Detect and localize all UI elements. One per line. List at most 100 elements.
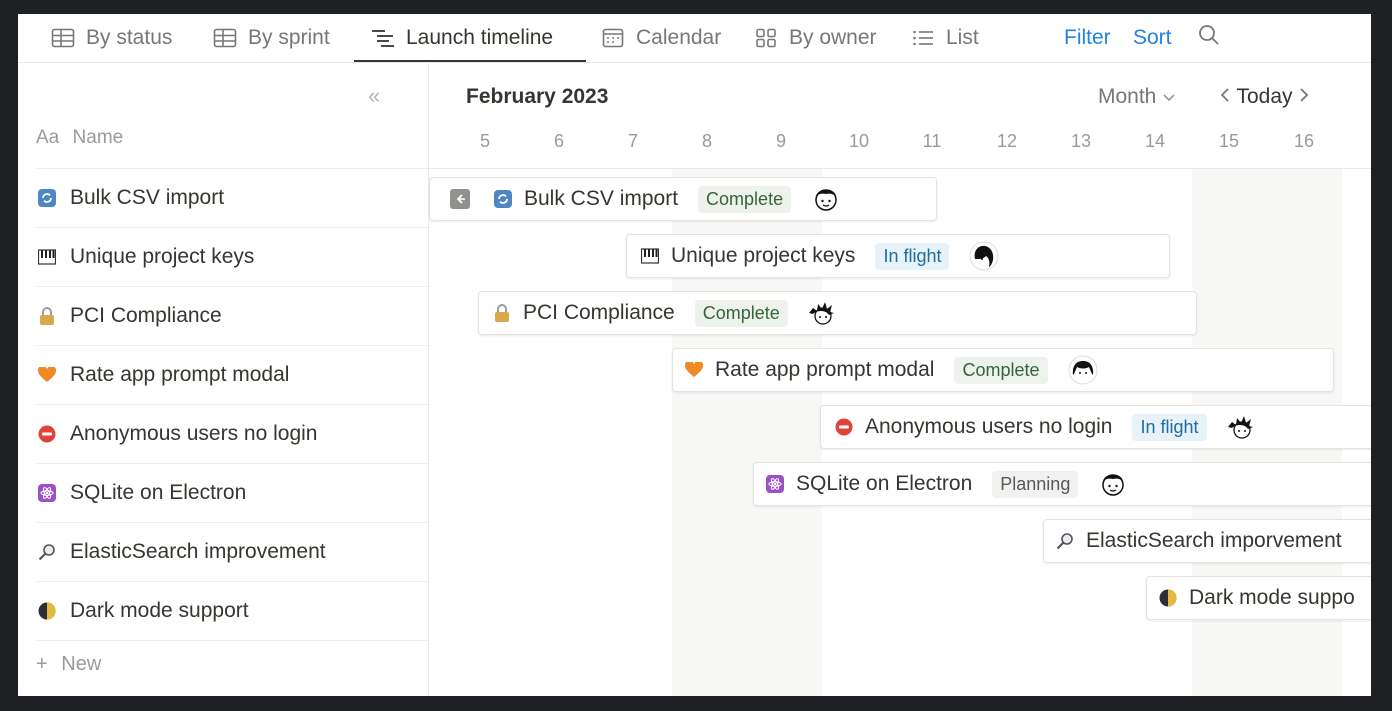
lock-icon [36,305,58,327]
item-title: PCI Compliance [70,304,222,327]
day-label: 6 [553,131,564,151]
bar-title: SQLite on Electron [796,472,973,495]
timeline-bar[interactable]: Anonymous users no login In flight [820,405,1371,449]
bar-title: Unique project keys [671,244,856,267]
timeline-bar[interactable]: SQLite on Electron Planning [753,462,1371,506]
list-item[interactable]: Anonymous users no login [36,405,428,463]
item-title: Unique project keys [70,245,255,268]
item-title: ElasticSearch improvement [70,540,326,563]
tab-by-status[interactable]: By status [50,14,172,62]
view-tabs: By status By sprint Launch timeline Cale… [18,14,1371,63]
tab-launch-timeline[interactable]: Launch timeline [370,14,553,62]
tab-label: By sprint [248,26,330,49]
status-badge: Complete [954,356,1048,384]
table-icon [212,27,238,49]
tab-label: By status [86,26,173,49]
bar-title: ElasticSearch imporvement [1086,529,1342,552]
item-title: Anonymous users no login [70,422,318,445]
timeline-bar[interactable]: Unique project keys In flight [626,234,1170,278]
bar-title: Rate app prompt modal [715,358,935,381]
list-item[interactable]: Dark mode support [36,582,428,640]
chevrons-left-icon: « [368,83,381,108]
piano-icon [36,246,58,268]
tab-label: Calendar [636,26,722,49]
calendar-icon [600,27,626,49]
new-item-button[interactable]: + New [36,653,101,676]
timeline-bar[interactable]: ElasticSearch imporvement [1043,519,1371,563]
scroll-to-start-button[interactable] [450,189,470,209]
header-divider [429,168,1371,169]
day-label: 15 [1218,131,1240,151]
status-badge: In flight [875,242,950,270]
timeline-bar[interactable]: Dark mode suppo [1146,576,1371,620]
bar-title: Dark mode suppo [1189,586,1355,609]
heart-icon [683,359,705,381]
text-property-icon: Aa [36,127,60,148]
avatar [808,298,838,328]
magnifier-icon [36,541,58,563]
item-title: SQLite on Electron [70,481,247,504]
day-label: 12 [996,131,1018,151]
list-item[interactable]: Bulk CSV import [36,169,428,227]
list-item[interactable]: PCI Compliance [36,287,428,345]
tab-label: Launch timeline [406,26,554,49]
board-icon [753,27,779,49]
avatar [1068,355,1098,385]
filter-button[interactable]: Filter [1064,14,1111,62]
avatar [1227,412,1257,442]
day-label: 10 [848,131,870,151]
date-nav: Today [1219,85,1310,109]
timeline-bar[interactable]: PCI Compliance Complete [478,291,1197,335]
timeline-bar[interactable]: Bulk CSV import Complete [429,177,937,221]
chevron-down-icon [1162,85,1176,108]
day-label: 7 [627,131,638,151]
month-label: February 2023 [466,85,609,108]
search-button[interactable] [1198,14,1220,62]
sort-button[interactable]: Sort [1133,14,1172,62]
column-label: Name [72,127,124,148]
today-button[interactable]: Today [1236,85,1292,108]
collapse-panel-button[interactable]: « [368,83,380,109]
timeline-bar[interactable]: Rate app prompt modal Complete [672,348,1334,392]
item-title: Rate app prompt modal [70,363,290,386]
heart-icon [36,364,58,386]
name-column-header[interactable]: Aa Name [36,127,123,149]
list-item[interactable]: Rate app prompt modal [36,346,428,404]
avatar [969,241,999,271]
timeline-grid: February 2023 Month Today 5 6 7 8 9 10 1… [429,63,1371,696]
tab-by-sprint[interactable]: By sprint [212,14,330,62]
status-badge: Planning [992,470,1079,498]
piano-icon [639,245,661,267]
avatar [1098,469,1128,499]
avatar [811,184,841,214]
atom-icon [36,482,58,504]
sync-icon [492,188,514,210]
tab-label: List [946,26,979,49]
tab-list[interactable]: List [910,14,979,62]
list-icon [910,27,936,49]
day-label: 16 [1293,131,1315,151]
list-item[interactable]: SQLite on Electron [36,464,428,522]
bar-title: PCI Compliance [523,301,675,324]
chevron-left-icon[interactable] [1219,85,1236,108]
timeline-view: By status By sprint Launch timeline Cale… [18,14,1371,696]
day-label: 9 [775,131,786,151]
status-badge: Complete [698,185,792,213]
moon-icon [36,600,58,622]
list-item[interactable]: ElasticSearch improvement [36,523,428,581]
view-scale-select[interactable]: Month [1098,85,1176,109]
new-label: New [61,653,102,675]
tab-calendar[interactable]: Calendar [600,14,721,62]
status-badge: Complete [694,299,788,327]
item-title: Bulk CSV import [70,186,225,209]
bar-title: Anonymous users no login [865,415,1113,438]
day-label: 13 [1070,131,1092,151]
day-label: 5 [479,131,490,151]
timeline-icon [370,27,396,49]
list-item[interactable]: Unique project keys [36,228,428,286]
table-icon [50,27,76,49]
day-label: 8 [701,131,712,151]
tab-by-owner[interactable]: By owner [753,14,877,62]
chevron-right-icon[interactable] [1298,85,1310,108]
view-scale-label: Month [1098,85,1157,108]
